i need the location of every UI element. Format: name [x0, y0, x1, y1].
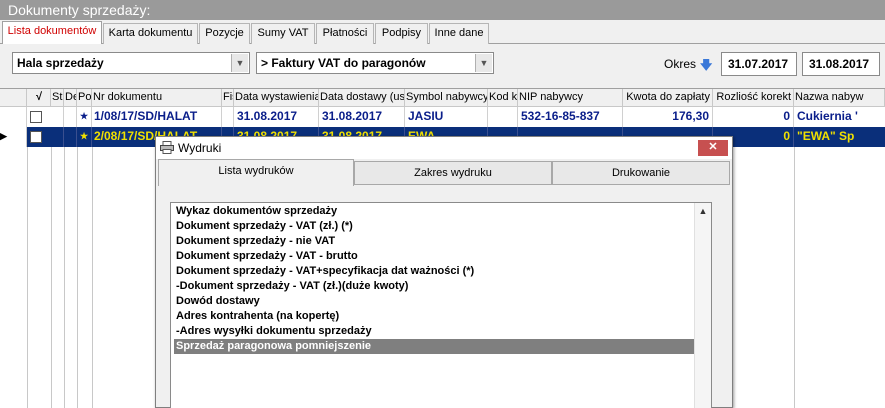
grid-line: [27, 147, 28, 408]
col-header-roznica-korekt[interactable]: Rozliość korekt: [713, 89, 794, 107]
close-button[interactable]: ✕: [698, 140, 728, 156]
print-list[interactable]: Wykaz dokumentów sprzedaży Dokument sprz…: [170, 202, 712, 408]
cell-de: [64, 107, 77, 127]
document-type-select[interactable]: > Faktury VAT do paragonów ▼: [256, 52, 494, 74]
list-item[interactable]: Dokument sprzedaży - VAT (zł.) (*): [174, 219, 695, 234]
star-icon: ★: [77, 127, 92, 147]
dialog-title: Wydruki: [178, 141, 222, 155]
cell-kwota: 176,30: [623, 107, 713, 127]
col-header-data-dostawy[interactable]: Data dostawy (usł: [319, 89, 405, 107]
location-select[interactable]: Hala sprzedaży ▼: [12, 52, 250, 74]
tab-platnosci[interactable]: Płatności: [316, 23, 374, 44]
date-from-field[interactable]: 31.07.2017: [721, 52, 797, 76]
okres-label: Okres: [664, 57, 697, 71]
col-header-kwota[interactable]: Kwota do zapłaty: [623, 89, 713, 107]
col-header-check[interactable]: √: [27, 89, 51, 107]
col-header-fis[interactable]: Fis: [222, 89, 234, 107]
tab-lista-dokumentow[interactable]: Lista dokumentów: [2, 21, 102, 44]
filter-toolbar: Hala sprzedaży ▼ > Faktury VAT do parago…: [0, 44, 885, 84]
list-item[interactable]: Dokument sprzedaży - VAT - brutto: [174, 249, 695, 264]
cell-st: [51, 127, 64, 147]
tab-sumy-vat[interactable]: Sumy VAT: [251, 23, 315, 44]
cell-kod-k: [488, 107, 518, 127]
tab-zakres-wydruku[interactable]: Zakres wydruku: [354, 161, 552, 185]
col-header-nip-nabywcy[interactable]: NIP nabywcy: [518, 89, 623, 107]
tab-podpisy[interactable]: Podpisy: [375, 23, 428, 44]
date-to-field[interactable]: 31.08.2017: [802, 52, 880, 76]
print-dialog: Wydruki ✕ Lista wydruków Zakres wydruku …: [155, 136, 733, 408]
col-header-nr-dokumentu[interactable]: Nr dokumentu: [92, 89, 222, 107]
app-window: Dokumenty sprzedaży: Lista dokumentów Ka…: [0, 0, 885, 408]
document-type-select-value: > Faktury VAT do paragonów: [261, 56, 426, 70]
list-item[interactable]: Dokument sprzedaży - nie VAT: [174, 234, 695, 249]
col-header-kod-k[interactable]: Kod k: [488, 89, 518, 107]
list-item[interactable]: -Adres wysyłki dokumentu sprzedaży: [174, 324, 695, 339]
col-header-po[interactable]: Po: [77, 89, 92, 107]
grid-line: [92, 147, 93, 408]
cell-symbol-nabywcy: JASIU: [405, 107, 488, 127]
col-header-st[interactable]: St: [51, 89, 64, 107]
col-header-symbol-nabywcy[interactable]: Symbol nabywcy: [405, 89, 488, 107]
row-pointer-icon: ▶: [0, 127, 27, 147]
dialog-titlebar[interactable]: Wydruki ✕: [156, 137, 732, 159]
tab-karta-dokumentu[interactable]: Karta dokumentu: [103, 23, 198, 44]
col-header-data-wystawienia[interactable]: Data wystawienia: [234, 89, 319, 107]
chevron-down-icon[interactable]: ▼: [475, 54, 492, 72]
grid-line: [794, 147, 795, 408]
tab-inne-dane[interactable]: Inne dane: [429, 23, 489, 44]
list-item[interactable]: Dowód dostawy: [174, 294, 695, 309]
col-header-nazwa-nabywcy[interactable]: Nazwa nabyw: [794, 89, 885, 107]
cell-data-dostawy: 31.08.2017: [319, 107, 405, 127]
star-icon: ★: [77, 107, 92, 127]
row-indicator: [0, 107, 27, 127]
cell-nip: 532-16-85-837: [518, 107, 623, 127]
cell-korekt: 0: [713, 107, 794, 127]
list-item-selected[interactable]: Sprzedaż paragonowa pomniejszenie: [174, 339, 695, 354]
list-item[interactable]: Adres kontrahenta (na kopertę): [174, 309, 695, 324]
cell-de: [64, 127, 77, 147]
grid-row-indicator-header: [0, 89, 27, 107]
cell-nazwa-nabywcy: Cukiernia ': [797, 109, 858, 123]
col-header-de[interactable]: De: [64, 89, 77, 107]
main-tabs: Lista dokumentów Karta dokumentu Pozycje…: [0, 21, 885, 44]
list-item[interactable]: -Dokument sprzedaży - VAT (zł.)(duże kwo…: [174, 279, 695, 294]
cell-nr-dokumentu: 1/08/17/SD/HALAT: [92, 107, 222, 127]
cell-nazwa-nabywcy: "EWA" Sp: [797, 129, 855, 143]
row-checkbox[interactable]: [30, 131, 42, 143]
table-row[interactable]: ★ 1/08/17/SD/HALAT 31.08.2017 31.08.2017…: [0, 107, 885, 127]
cell-fis: [222, 107, 234, 127]
printer-icon: [160, 141, 174, 154]
chevron-down-icon[interactable]: ▼: [231, 54, 248, 72]
list-item[interactable]: Dokument sprzedaży - VAT+specyfikacja da…: [174, 264, 695, 279]
grid-line: [51, 147, 52, 408]
row-checkbox[interactable]: [30, 111, 42, 123]
tab-lista-wydrukow[interactable]: Lista wydruków: [158, 159, 354, 186]
arrow-down-icon[interactable]: 🡇: [700, 56, 712, 77]
grid-line: [77, 147, 78, 408]
window-title: Dokumenty sprzedaży:: [0, 0, 885, 20]
chevron-up-icon[interactable]: ▲: [695, 206, 711, 216]
cell-st: [51, 107, 64, 127]
list-item[interactable]: Wykaz dokumentów sprzedaży: [174, 204, 695, 219]
cell-data-wystawienia: 31.08.2017: [234, 107, 319, 127]
grid-line: [64, 147, 65, 408]
tab-pozycje[interactable]: Pozycje: [199, 23, 250, 44]
tab-drukowanie[interactable]: Drukowanie: [552, 161, 730, 185]
location-select-value: Hala sprzedaży: [17, 56, 104, 70]
list-scrollbar[interactable]: ▲: [694, 203, 711, 408]
